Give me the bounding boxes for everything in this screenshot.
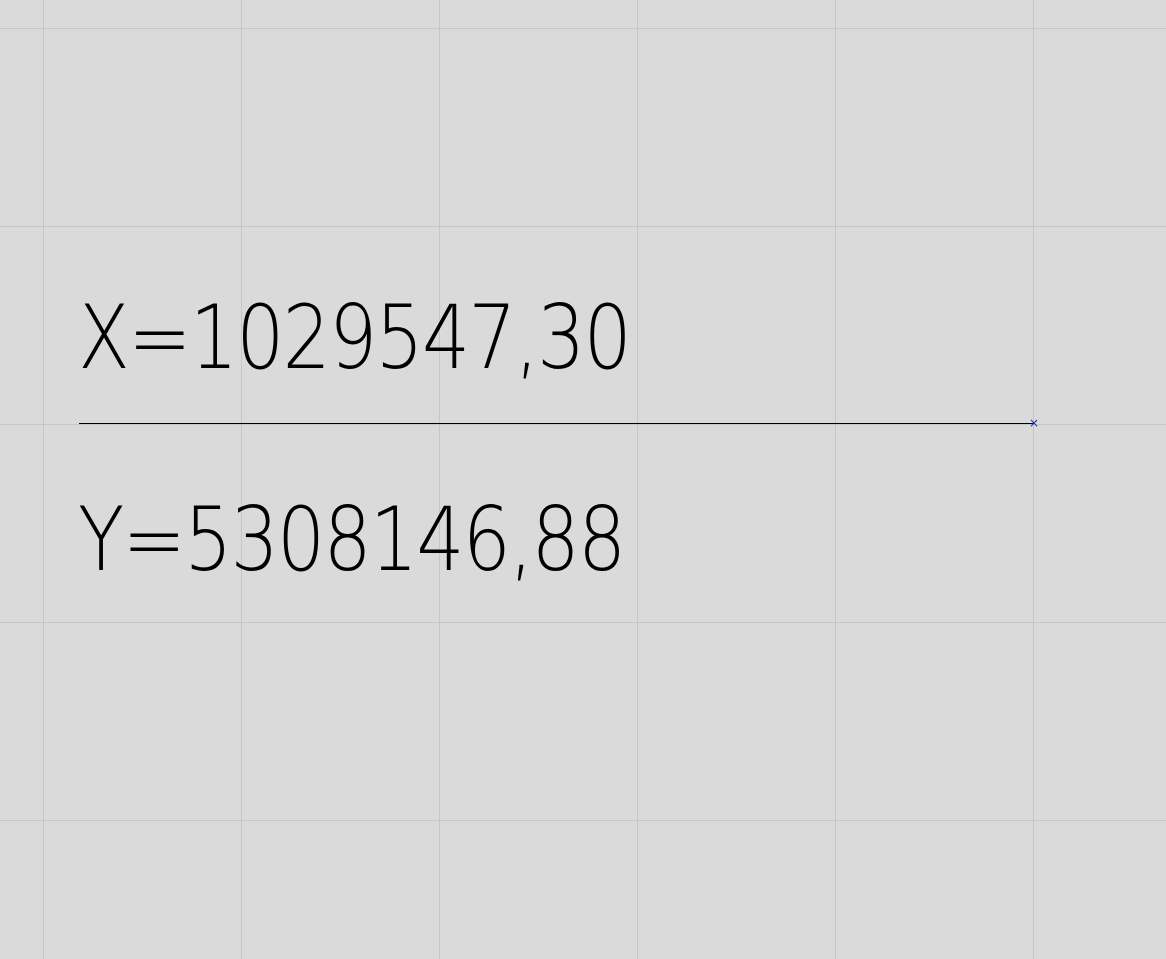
y-coordinate-label[interactable]: Y=5308146,88 — [78, 496, 626, 584]
x-coordinate-label[interactable]: X=1029547,30 — [78, 294, 632, 382]
cross-marker-icon[interactable]: × — [1028, 416, 1040, 430]
leader-line[interactable] — [79, 423, 1034, 424]
drawing-canvas[interactable]: X=1029547,30 × Y=5308146,88 — [0, 0, 1166, 959]
